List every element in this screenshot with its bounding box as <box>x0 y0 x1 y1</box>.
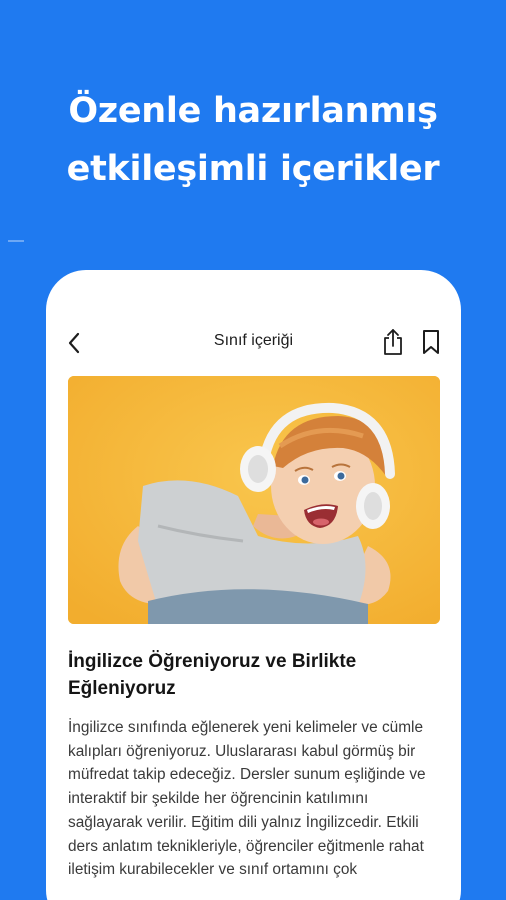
headline-line-1: Özenle hazırlanmış <box>68 91 438 131</box>
promo-headline: Özenle hazırlanmış etkileşimli içerikler <box>0 82 506 198</box>
share-icon <box>384 329 402 355</box>
phone-screen: Sınıf içeriği İngilizce Öğreniyoruz ve B… <box>46 270 461 900</box>
article-body: İngilizce sınıfında eğlenerek yeni kelim… <box>68 719 426 879</box>
bookmark-button[interactable] <box>420 329 442 355</box>
nav-bar: Sınıf içeriği <box>46 326 461 360</box>
child-with-headphones-illustration <box>68 376 440 624</box>
headline-line-2: etkileşimli içerikler <box>66 149 440 189</box>
share-button[interactable] <box>381 328 405 356</box>
article-title: İngilizce Öğreniyoruz ve Birlikte Eğleni… <box>68 651 357 699</box>
bookmark-icon <box>423 330 439 354</box>
decorative-mark <box>8 240 24 242</box>
hero-image <box>68 376 440 624</box>
